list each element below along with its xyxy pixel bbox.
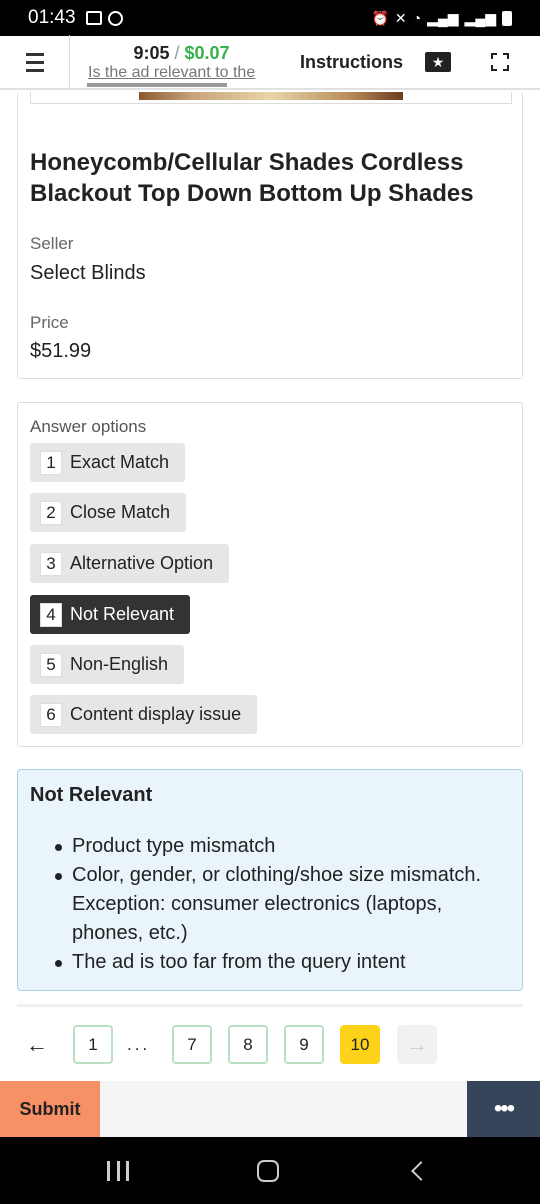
product-card: Honeycomb/Cellular Shades Cordless Black… [17, 92, 523, 379]
price-label: Price [30, 313, 69, 332]
home-icon[interactable] [257, 1160, 279, 1182]
page-button-current[interactable]: 10 [340, 1025, 380, 1064]
mute-icon: ✕ [394, 9, 407, 26]
option-exact-match[interactable]: 1 Exact Match [30, 443, 186, 482]
option-hotkey: 3 [40, 551, 62, 576]
option-label: Not Relevant [70, 604, 175, 624]
answer-options-card: Answer options 1 Exact Match 2 Close Mat… [17, 402, 523, 747]
option-label: Non-English [70, 654, 169, 674]
whatsapp-icon [107, 10, 123, 26]
option-alternative-option[interactable]: 3 Alternative Option [30, 544, 230, 583]
signal-icon: ▂▄▆ [464, 9, 496, 26]
wifi-icon: ◔ [412, 10, 422, 26]
option-non-english[interactable]: 5 Non-English [30, 645, 185, 684]
description-item: Color, gender, or clothing/shoe size mis… [55, 861, 515, 948]
submit-button[interactable]: Submit [0, 1081, 100, 1137]
option-not-relevant[interactable]: 4 Not Relevant [30, 595, 191, 634]
page-button[interactable]: 9 [284, 1025, 324, 1064]
recent-apps-icon[interactable] [107, 1161, 129, 1181]
task-header: 9:05/$0.07 Is the ad relevant to the Ins… [0, 35, 540, 90]
page-button[interactable]: 1 [73, 1025, 113, 1064]
description-title: Not Relevant [30, 784, 153, 806]
task-timer: 9:05 [133, 42, 170, 63]
gallery-icon [85, 10, 102, 25]
star-icon[interactable]: ★ [425, 52, 451, 72]
option-close-match[interactable]: 2 Close Match [30, 493, 187, 532]
more-icon[interactable]: ••• [467, 1081, 540, 1137]
system-nav-bar [0, 1137, 540, 1204]
description-list: Product type mismatch Color, gender, or … [55, 832, 515, 977]
answer-options-label: Answer options [30, 417, 147, 436]
option-label: Alternative Option [70, 553, 214, 573]
page-button[interactable]: 8 [228, 1025, 268, 1064]
seller-label: Seller [30, 234, 74, 253]
option-label: Close Match [70, 502, 171, 522]
description-item: Product type mismatch [55, 832, 515, 861]
signal-icon: ▂▄▆ [427, 9, 459, 26]
action-bar: Submit ••• [0, 1081, 540, 1137]
description-item: The ad is too far from the query intent [55, 948, 515, 977]
product-image [139, 92, 403, 100]
option-hotkey: 1 [40, 450, 62, 475]
back-icon[interactable] [411, 1161, 431, 1181]
option-hotkey: 5 [40, 652, 62, 677]
pagination-ellipsis: ... [127, 1034, 151, 1054]
option-hotkey: 6 [40, 702, 62, 727]
seller-value: Select Blinds [30, 262, 146, 284]
menu-button[interactable] [0, 35, 70, 89]
option-content-display-issue[interactable]: 6 Content display issue [30, 695, 258, 734]
product-image-frame [30, 92, 512, 104]
next-page-icon[interactable]: → [397, 1025, 437, 1064]
option-description-card: Not Relevant Product type mismatch Color… [17, 769, 523, 991]
product-title: Honeycomb/Cellular Shades Cordless Black… [30, 149, 474, 207]
prev-page-icon[interactable]: ← [17, 1025, 57, 1064]
option-hotkey: 4 [40, 602, 62, 627]
task-info: 9:05/$0.07 Is the ad relevant to the [70, 42, 275, 87]
option-label: Exact Match [70, 452, 170, 472]
page-button[interactable]: 7 [172, 1025, 212, 1064]
fullscreen-icon[interactable] [491, 53, 509, 71]
option-label: Content display issue [70, 704, 242, 724]
status-bar: 01:43 ⏰ ✕ ◔ ▂▄▆ ▂▄▆ [0, 0, 540, 36]
option-hotkey: 2 [40, 500, 62, 525]
progress-bar [87, 82, 227, 87]
divider [17, 1004, 523, 1007]
menu-icon [25, 52, 44, 56]
price-value: $51.99 [30, 340, 92, 362]
battery-icon [502, 10, 512, 26]
separator: / [174, 42, 180, 63]
task-reward: $0.07 [184, 42, 230, 63]
task-question: Is the ad relevant to the [88, 63, 256, 81]
alarm-icon: ⏰ [371, 9, 389, 26]
instructions-button[interactable]: Instructions [294, 52, 409, 73]
status-time: 01:43 [28, 7, 76, 28]
pagination: ← 1 ... 7 8 9 10 → [17, 1025, 523, 1065]
